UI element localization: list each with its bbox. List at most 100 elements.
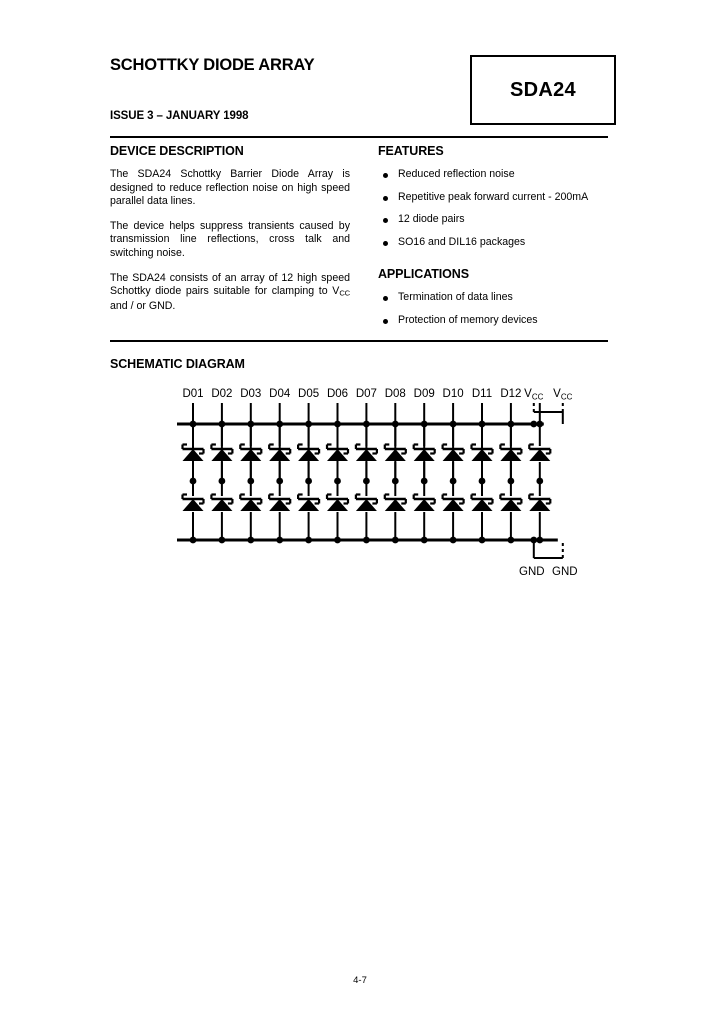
datasheet-page: SCHOTTKY DIODE ARRAY ISSUE 3 – JANUARY 1…	[0, 0, 720, 1012]
pin-label: D08	[385, 388, 406, 400]
gnd-label: GND	[552, 566, 578, 578]
pin-label: D02	[211, 388, 232, 400]
description-paragraph-2: The device helps suppress transients cau…	[110, 219, 350, 259]
schematic-svg: D01 D02 D03 D04 D05 D06 D07 D08 D09 D10 D11 D12 VCC V…	[177, 388, 578, 578]
description-paragraph-3-tail: and / or GND.	[110, 300, 176, 313]
data-line-junction	[305, 477, 312, 485]
vcc-subscript: CC	[339, 288, 350, 298]
data-line-junction	[363, 477, 370, 485]
vcc-label: VCC	[553, 388, 572, 401]
gnd-rail-junction	[530, 536, 538, 544]
pin-label: D03	[240, 388, 261, 400]
schematic-diagram-heading: SCHEMATIC DIAGRAM	[110, 357, 245, 371]
list-item: Repetitive peak forward current - 200mA	[378, 191, 610, 205]
vcc-rail-junction	[363, 420, 370, 428]
lower-schottky-diode	[528, 493, 552, 511]
pin-label: D05	[298, 388, 319, 400]
vcc-rail-junction	[391, 420, 399, 428]
lower-schottky-diode	[354, 493, 378, 511]
lower-schottky-diode	[412, 493, 436, 511]
data-line-junction	[218, 477, 226, 485]
gnd-rail-junction	[247, 536, 255, 544]
pin-label: D01	[182, 388, 203, 400]
features-heading: FEATURES	[378, 144, 444, 158]
gnd-rail-junction	[420, 536, 428, 544]
vcc-rail-junction	[305, 420, 312, 428]
data-line-junction	[536, 477, 544, 485]
gnd-rail-junction	[536, 536, 544, 544]
vcc-rail-junction	[478, 420, 486, 428]
list-item: SO16 and DIL16 packages	[378, 236, 610, 250]
vcc-rail-junction	[420, 420, 428, 428]
vcc-label: VCC	[524, 388, 543, 401]
data-line-junction	[189, 477, 197, 485]
features-applications-section: FEATURES Reduced reflection noise Repeti…	[378, 144, 610, 337]
part-number-label: SDA24	[510, 78, 576, 101]
list-item: 12 diode pairs	[378, 213, 610, 227]
vcc-rail-junction	[247, 420, 255, 428]
vcc-rail-junction	[530, 420, 538, 428]
header-divider-rule	[110, 136, 608, 138]
body-divider-rule	[110, 340, 608, 342]
gnd-rail-junction	[391, 536, 399, 544]
schematic-diagram: D01 D02 D03 D04 D05 D06 D07 D08 D09 D10 D11 D12 VCC V…	[0, 375, 720, 585]
pin-label: D09	[414, 388, 435, 400]
gnd-rail-junction	[189, 536, 197, 544]
data-line-junction	[449, 477, 457, 485]
vcc-rail-junction	[189, 420, 197, 428]
gnd-rail-junction	[478, 536, 486, 544]
part-number-box: SDA24	[470, 55, 616, 125]
pin-label: D07	[356, 388, 377, 400]
description-paragraph-3-lead: The SDA24 consists of an array of 12 hig…	[110, 271, 350, 298]
pin-label: D10	[443, 388, 464, 400]
list-item: Protection of memory devices	[378, 314, 610, 328]
footer-page-number: 4-7	[353, 975, 367, 986]
description-paragraph-1: The SDA24 Schottky Barrier Diode Array i…	[110, 168, 350, 208]
lower-schottky-diode	[383, 493, 407, 511]
gnd-rail-junction	[363, 536, 370, 544]
issue-date: ISSUE 3 – JANUARY 1998	[110, 110, 249, 122]
lower-schottky-diode	[297, 493, 321, 511]
applications-list: Termination of data lines Protection of …	[378, 291, 610, 327]
data-line-junction	[276, 477, 284, 485]
data-line-junction	[478, 477, 486, 485]
vcc-rail-junction	[449, 420, 457, 428]
data-line-junction	[507, 477, 515, 485]
vcc-rail-junction	[218, 420, 226, 428]
lower-schottky-diode	[441, 493, 465, 511]
lower-schottky-diode	[268, 493, 292, 511]
lower-schottky-diode	[325, 493, 350, 511]
gnd-rail-junction	[276, 536, 284, 544]
lower-schottky-diode	[239, 493, 263, 511]
device-description-section: DEVICE DESCRIPTION The SDA24 Schottky Ba…	[110, 144, 350, 314]
pin-label: D12	[500, 388, 521, 400]
page-title: SCHOTTKY DIODE ARRAY	[110, 56, 315, 74]
pin-label: D06	[327, 388, 348, 400]
lower-schottky-diode	[210, 493, 234, 511]
pin-label: D04	[269, 388, 291, 400]
list-item: Termination of data lines	[378, 291, 610, 305]
pin-label: D11	[472, 388, 492, 400]
features-list: Reduced reflection noise Repetitive peak…	[378, 168, 610, 249]
device-description-heading: DEVICE DESCRIPTION	[110, 144, 244, 158]
gnd-label: GND	[519, 566, 545, 578]
lower-schottky-diode	[499, 493, 523, 511]
vcc-rail-junction	[334, 420, 341, 428]
list-item: Reduced reflection noise	[378, 168, 610, 182]
vcc-rail-junction	[507, 420, 515, 428]
applications-heading: APPLICATIONS	[378, 267, 469, 282]
data-line-junction	[420, 477, 428, 485]
lower-schottky-diode	[181, 493, 205, 511]
vcc-rail-junction	[276, 420, 284, 428]
vcc-rail-junction	[536, 420, 544, 428]
data-line-junction	[334, 477, 341, 485]
gnd-rail-junction	[334, 536, 341, 544]
description-paragraph-3: The SDA24 consists of an array of 12 hig…	[110, 272, 350, 314]
gnd-rail-junction	[507, 536, 515, 544]
lower-schottky-diode	[470, 493, 494, 511]
gnd-rail-junction	[218, 536, 226, 544]
data-line-junction	[391, 477, 399, 485]
upper-schottky-diode	[528, 443, 552, 461]
gnd-rail-junction	[305, 536, 312, 544]
gnd-rail-junction	[449, 536, 457, 544]
